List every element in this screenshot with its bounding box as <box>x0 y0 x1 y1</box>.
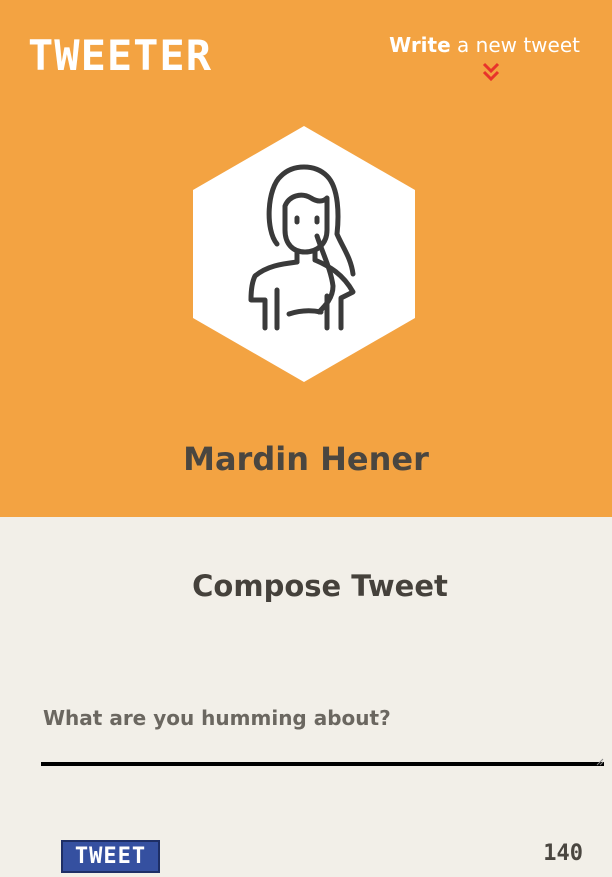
profile-name: Mardin Hener <box>183 440 429 478</box>
compose-title: Compose Tweet <box>192 569 448 603</box>
tweet-button[interactable]: TWEET <box>61 840 160 873</box>
resize-grip-icon[interactable] <box>596 758 604 766</box>
tweet-input[interactable] <box>41 700 604 766</box>
app-logo[interactable]: TWEETER <box>28 33 212 79</box>
double-chevron-down-icon[interactable] <box>480 61 502 83</box>
write-link-rest: a new tweet <box>450 33 580 57</box>
character-counter: 140 <box>543 841 583 866</box>
write-link-bold: Write <box>389 33 451 57</box>
profile-header: TWEETER Write a new tweet Mardin Hener <box>0 0 612 517</box>
woman-avatar-icon <box>193 126 415 382</box>
write-new-tweet-link[interactable]: Write a new tweet <box>389 32 580 58</box>
